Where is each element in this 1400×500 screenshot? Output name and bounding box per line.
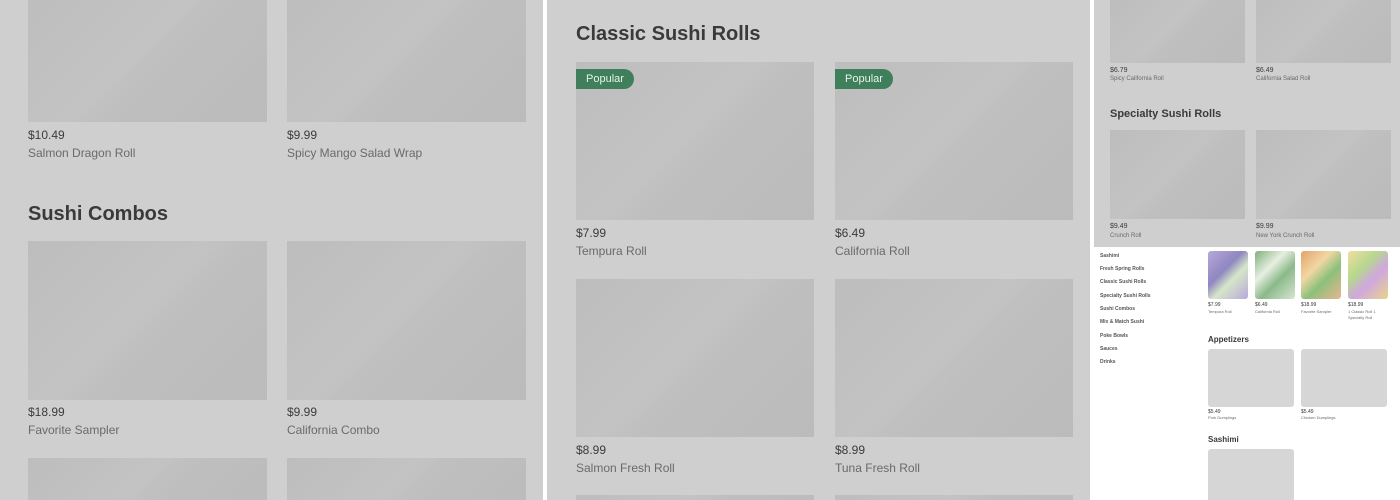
item-image[interactable] [1301, 349, 1387, 407]
item-name[interactable]: Tempura Roll [576, 244, 647, 258]
nav-item-sushi-combos[interactable]: Sushi Combos [1100, 306, 1135, 312]
item-image[interactable] [1255, 251, 1295, 299]
item-price: $8.99 [835, 443, 866, 457]
item-name[interactable]: Tempura Roll [1208, 309, 1232, 314]
item-image[interactable] [1110, 130, 1245, 219]
item-image[interactable] [1208, 349, 1294, 407]
item-image[interactable] [28, 0, 267, 122]
item-image[interactable] [576, 495, 814, 500]
menu-panel-combos: $10.49 Salmon Dragon Roll $9.99 Spicy Ma… [0, 0, 543, 500]
item-price: $9.99 [287, 405, 318, 419]
menu-panel-classic-rolls: Classic Sushi Rolls Popular Popular $7.9… [547, 0, 1090, 500]
item-price: $18.99 [1348, 302, 1364, 308]
section-title-appetizers: Appetizers [1208, 335, 1249, 344]
item-name[interactable]: Favorite Sampler [1301, 309, 1331, 314]
item-image[interactable] [287, 241, 526, 400]
item-price: $6.79 [1110, 67, 1128, 74]
popular-badge: Popular [835, 69, 893, 89]
item-price: $6.49 [1256, 67, 1274, 74]
item-name[interactable]: California Roll [1255, 309, 1280, 314]
nav-item-specialty-sushi-rolls[interactable]: Specialty Sushi Rolls [1100, 293, 1151, 299]
item-name[interactable]: 1 Classic Roll 1 Specialty Roll [1348, 309, 1390, 321]
item-image[interactable] [1110, 0, 1245, 63]
item-image[interactable] [1256, 130, 1391, 219]
item-image[interactable] [1208, 449, 1294, 500]
item-price: $9.99 [287, 128, 318, 142]
item-price: $18.99 [28, 405, 65, 419]
item-name[interactable]: Spicy Mango Salad Wrap [287, 146, 422, 160]
item-name[interactable]: California Combo [287, 423, 380, 437]
item-name[interactable]: California Roll [835, 244, 910, 258]
item-image[interactable] [1348, 251, 1388, 299]
section-title: Specialty Sushi Rolls [1110, 108, 1222, 120]
item-name[interactable]: Spicy California Roll [1110, 76, 1164, 82]
nav-item-fresh-spring-rolls[interactable]: Fresh Spring Rolls [1100, 266, 1144, 272]
nav-item-classic-sushi-rolls[interactable]: Classic Sushi Rolls [1100, 279, 1146, 285]
item-price: $7.99 [576, 226, 607, 240]
item-price: $6.49 [835, 226, 866, 240]
item-image[interactable] [1301, 251, 1341, 299]
menu-panel-specialty-rolls: $6.79 Spicy California Roll $6.49 Califo… [1094, 0, 1400, 247]
item-price: $18.99 [1301, 302, 1317, 308]
menu-panel-overview: Sashimi Fresh Spring Rolls Classic Sushi… [1094, 251, 1400, 500]
item-name[interactable]: Salmon Fresh Roll [576, 461, 675, 475]
section-title-sashimi: Sashimi [1208, 435, 1239, 444]
item-price: $10.49 [28, 128, 65, 142]
item-price: $6.49 [1255, 302, 1268, 308]
item-image[interactable] [28, 458, 267, 500]
section-title: Sushi Combos [28, 203, 169, 225]
item-name[interactable]: New York Crunch Roll [1256, 233, 1314, 239]
item-image[interactable] [287, 0, 526, 122]
nav-item-drinks[interactable]: Drinks [1100, 359, 1116, 365]
nav-item-mix-match-sushi[interactable]: Mix & Match Sushi [1100, 319, 1144, 325]
item-image[interactable] [287, 458, 526, 500]
item-image[interactable] [1208, 251, 1248, 299]
section-title: Classic Sushi Rolls [576, 23, 761, 45]
screenshot-collage: $10.49 Salmon Dragon Roll $9.99 Spicy Ma… [0, 0, 1400, 500]
item-image[interactable] [835, 495, 1073, 500]
item-name[interactable]: Pork Dumplings [1208, 415, 1236, 420]
item-name[interactable]: Chicken Dumplings [1301, 415, 1335, 420]
item-price: $7.99 [1208, 302, 1221, 308]
nav-item-sauces[interactable]: Sauces [1100, 346, 1118, 352]
popular-badge: Popular [576, 69, 634, 89]
item-name[interactable]: Favorite Sampler [28, 423, 119, 437]
item-image[interactable] [28, 241, 267, 400]
item-price: $8.99 [576, 443, 607, 457]
item-image[interactable] [576, 279, 814, 437]
item-price: $9.49 [1110, 223, 1128, 230]
item-name[interactable]: Salmon Dragon Roll [28, 146, 135, 160]
item-name[interactable]: California Salad Roll [1256, 76, 1310, 82]
nav-item-sashimi[interactable]: Sashimi [1100, 253, 1119, 259]
item-name[interactable]: Tuna Fresh Roll [835, 461, 920, 475]
item-image[interactable] [835, 279, 1073, 437]
item-image[interactable] [1256, 0, 1391, 63]
item-name[interactable]: Crunch Roll [1110, 233, 1141, 239]
item-price: $9.99 [1256, 223, 1274, 230]
nav-item-poke-bowls[interactable]: Poke Bowls [1100, 333, 1128, 339]
